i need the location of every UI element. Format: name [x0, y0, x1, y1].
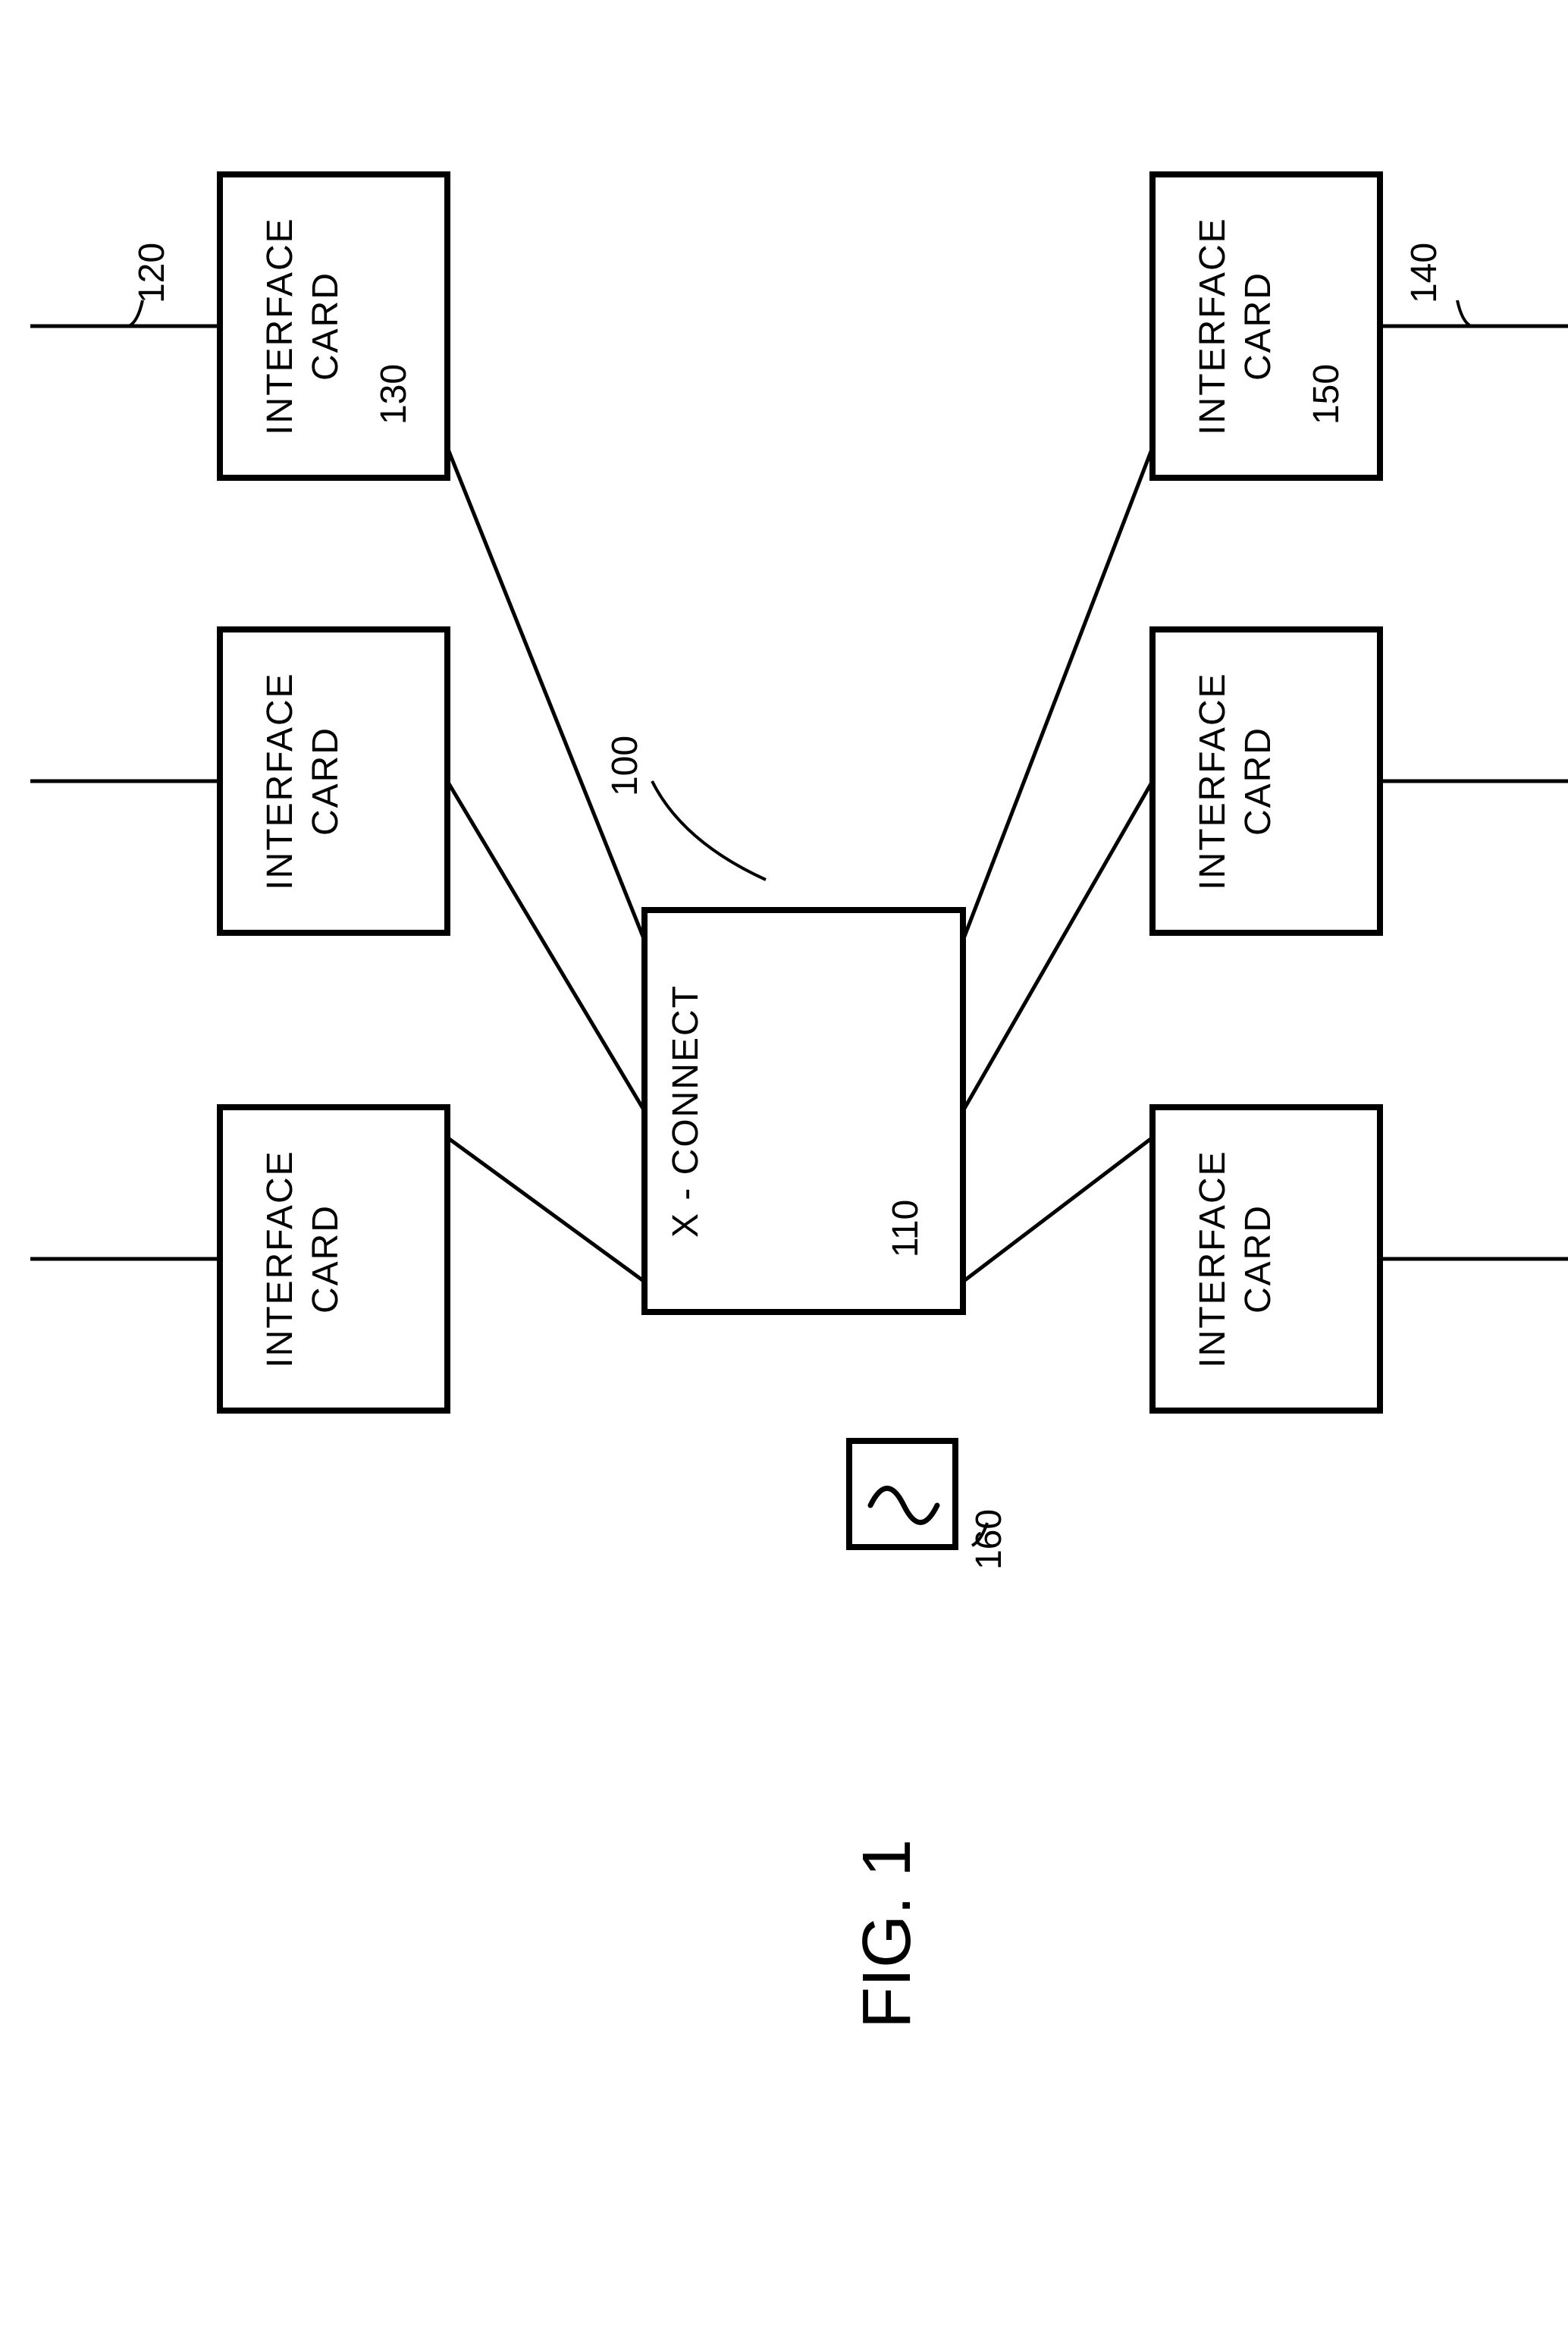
svg-text:CARD: CARD	[306, 271, 346, 381]
svg-text:130: 130	[374, 364, 414, 425]
svg-text:INTERFACE: INTERFACE	[1193, 1150, 1233, 1367]
svg-text:INTERFACE: INTERFACE	[260, 672, 300, 890]
diagram-page: X - CONNECT110100160FIG. 1INTERFACECARD1…	[0, 0, 1568, 2332]
svg-text:INTERFACE: INTERFACE	[1193, 672, 1233, 890]
svg-text:INTERFACE: INTERFACE	[260, 217, 300, 435]
svg-text:100: 100	[605, 736, 645, 796]
svg-text:INTERFACE: INTERFACE	[1193, 217, 1233, 435]
svg-text:INTERFACE: INTERFACE	[260, 1150, 300, 1367]
svg-text:CARD: CARD	[1238, 271, 1278, 381]
svg-text:120: 120	[132, 243, 172, 303]
svg-text:160: 160	[969, 1509, 1009, 1570]
svg-text:150: 150	[1306, 364, 1347, 425]
svg-text:X - CONNECT: X - CONNECT	[666, 984, 706, 1238]
svg-text:140: 140	[1404, 243, 1444, 303]
svg-text:110: 110	[886, 1200, 926, 1258]
svg-text:CARD: CARD	[306, 1204, 346, 1314]
svg-text:CARD: CARD	[306, 727, 346, 836]
svg-text:FIG. 1: FIG. 1	[849, 1839, 925, 2029]
svg-text:CARD: CARD	[1238, 727, 1278, 836]
clock-box	[849, 1441, 955, 1547]
diagram-svg: X - CONNECT110100160FIG. 1INTERFACECARD1…	[0, 0, 1568, 2332]
leader-100	[652, 781, 766, 880]
svg-text:CARD: CARD	[1238, 1204, 1278, 1314]
